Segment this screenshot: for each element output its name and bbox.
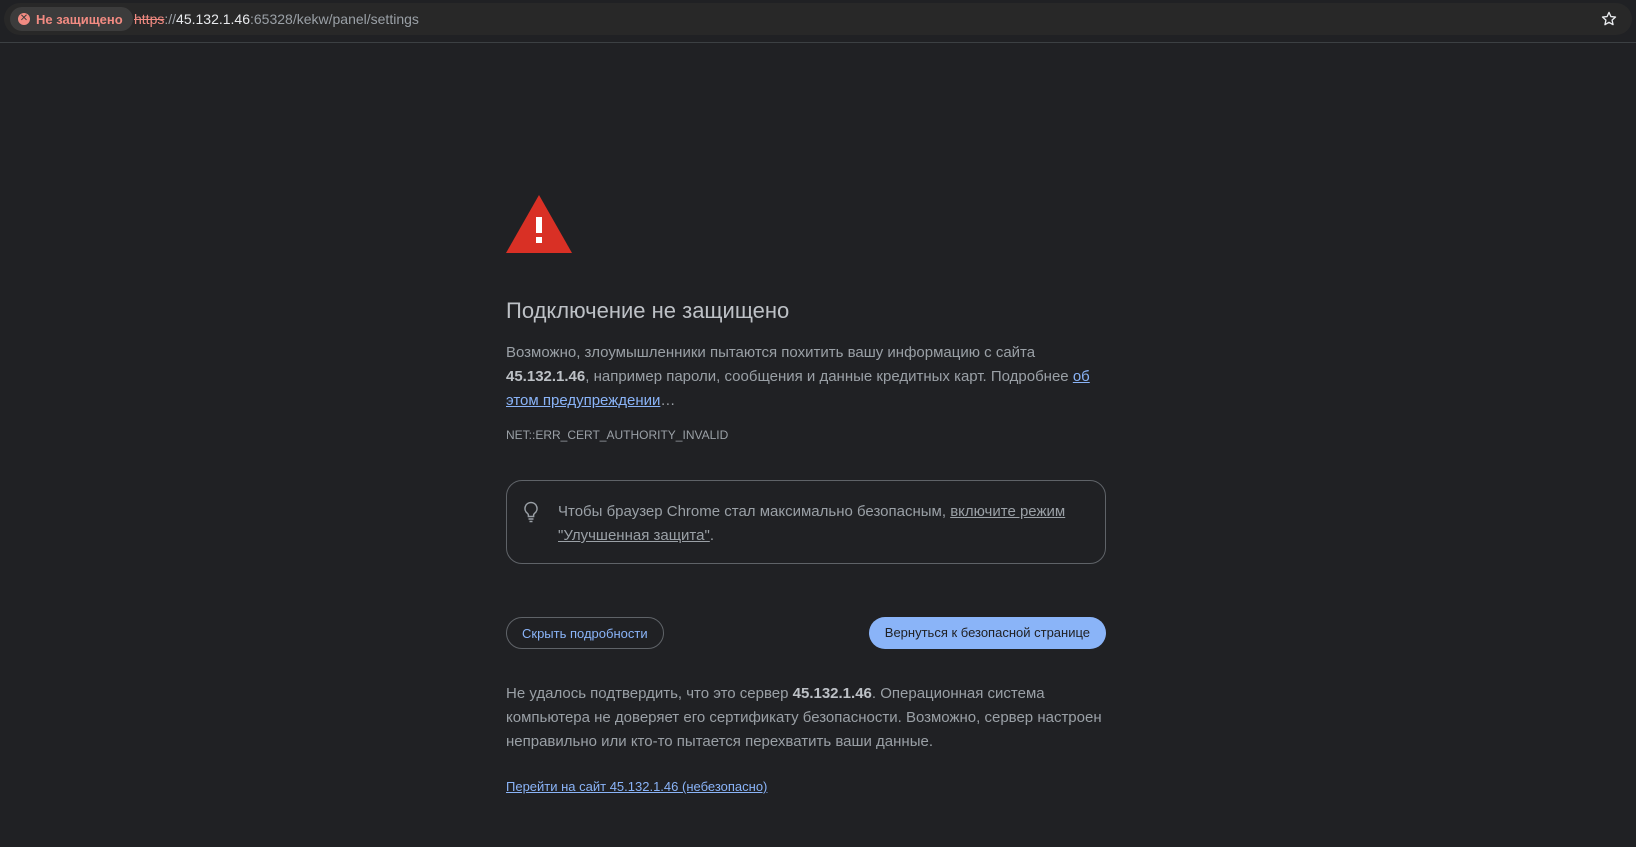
hide-details-button[interactable]: Скрыть подробности: [506, 617, 664, 649]
enhanced-protection-promo: Чтобы браузер Chrome стал максимально бе…: [506, 480, 1106, 564]
error-code: NET::ERR_CERT_AUTHORITY_INVALID: [506, 428, 729, 442]
intro-paragraph: Возможно, злоумышленники пытаются похити…: [506, 341, 1106, 413]
promo-text-lead: Чтобы браузер Chrome стал максимально бе…: [558, 503, 951, 520]
star-icon[interactable]: [1600, 10, 1618, 28]
url-text[interactable]: https://45.132.1.46:65328/kekw/panel/set…: [134, 3, 419, 35]
page-title: Подключение не защищено: [506, 298, 790, 323]
details-paragraph: Не удалось подтвердить, что это сервер 4…: [506, 682, 1106, 754]
security-chip[interactable]: ✕ Не защищено: [10, 7, 133, 31]
details-text: Не удалось подтвердить, что это сервер: [506, 685, 793, 702]
lightbulb-icon: [524, 501, 538, 523]
intro-ellipsis: …: [660, 392, 676, 409]
warning-triangle-icon: [506, 195, 572, 253]
intro-text: Возможно, злоумышленники пытаются похити…: [506, 344, 1036, 361]
promo-text-end: .: [709, 527, 714, 544]
url-scheme: https: [134, 11, 165, 27]
intro-text-2: , например пароли, сообщения и данные кр…: [585, 368, 1073, 385]
details-host: 45.132.1.46: [792, 685, 872, 702]
browser-toolbar: ✕ Не защищено https://45.132.1.46:65328/…: [0, 0, 1636, 42]
url-host: 45.132.1.46: [176, 11, 250, 27]
url-separator: ://: [164, 11, 177, 27]
intro-host: 45.132.1.46: [506, 368, 586, 385]
proceed-unsafe-link[interactable]: Перейти на сайт 45.132.1.46 (небезопасно…: [506, 779, 767, 794]
error-x-icon: ✕: [18, 13, 30, 25]
address-bar[interactable]: ✕ Не защищено https://45.132.1.46:65328/…: [4, 3, 1632, 35]
promo-text: Чтобы браузер Chrome стал максимально бе…: [558, 500, 1078, 548]
url-path: :65328/kekw/panel/settings: [250, 11, 419, 27]
toolbar-divider: [0, 42, 1636, 43]
security-chip-label: Не защищено: [36, 11, 123, 27]
back-to-safety-button[interactable]: Вернуться к безопасной странице: [868, 617, 1106, 649]
